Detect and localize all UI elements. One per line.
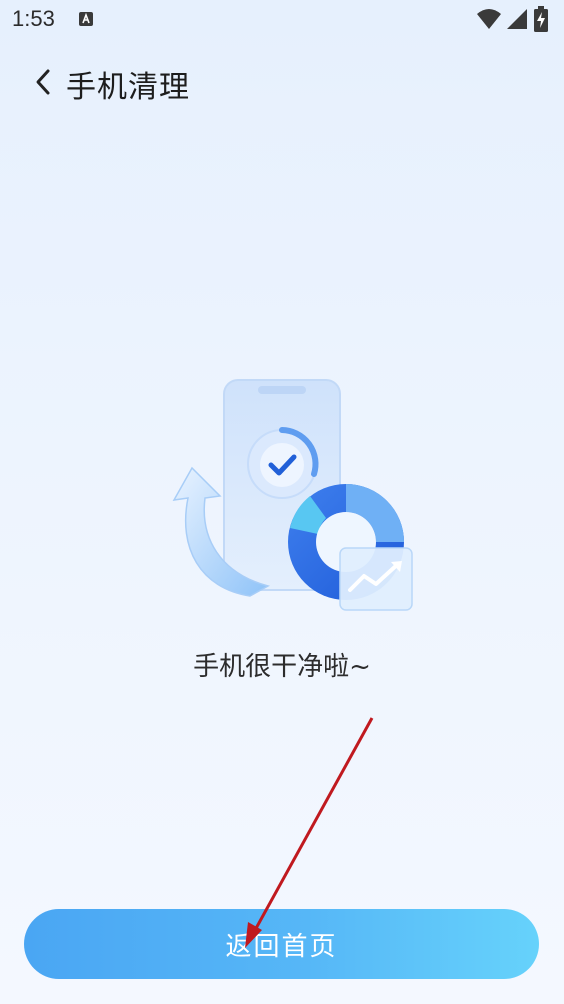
- clean-result-message: 手机很干净啦~: [193, 652, 371, 682]
- a-badge-icon: [79, 12, 93, 26]
- wifi-icon: [477, 9, 501, 29]
- signal-icon: [507, 9, 527, 29]
- status-time: 1:53: [12, 6, 55, 31]
- chevron-left-icon: [36, 69, 50, 95]
- trend-card: [339, 547, 413, 611]
- page-title: 手机清理: [66, 70, 190, 105]
- back-button[interactable]: [26, 64, 60, 100]
- app-bar: 手机清理: [0, 50, 564, 114]
- battery-charging-icon: [534, 6, 548, 32]
- status-bar: 1:53: [0, 0, 564, 40]
- return-home-button[interactable]: 返回首页: [24, 909, 539, 979]
- phone-clean-success-illustration: [172, 379, 413, 611]
